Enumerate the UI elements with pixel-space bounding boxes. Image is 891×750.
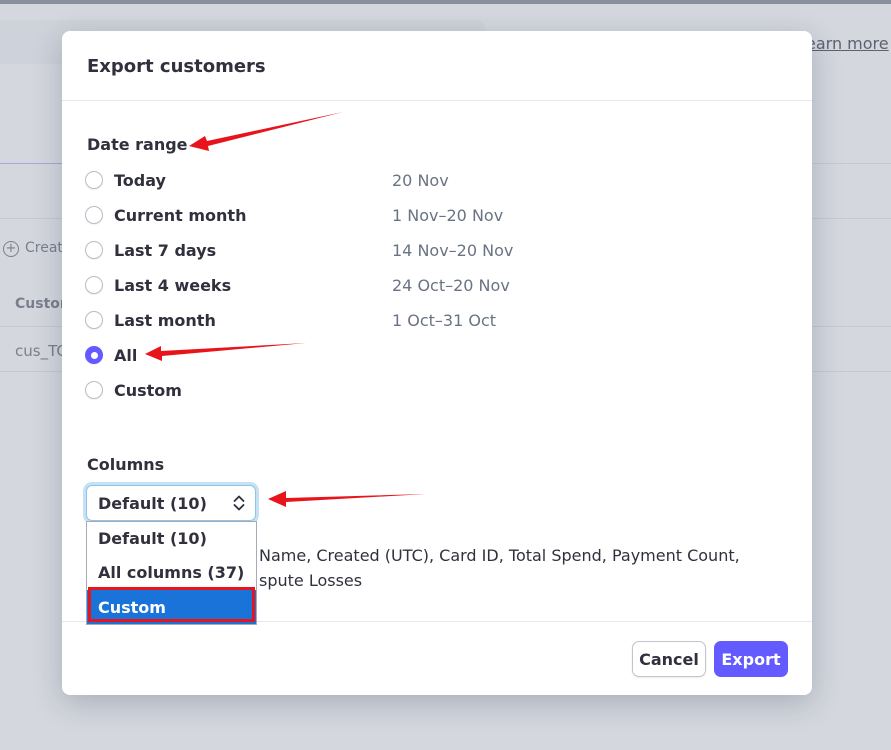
- modal-footer: Cancel Export: [62, 621, 812, 696]
- chevron-up-down-icon: [233, 495, 245, 511]
- export-button[interactable]: Export: [714, 641, 788, 677]
- radio-button[interactable]: [85, 171, 103, 189]
- columns-dropdown-list: Default (10) All columns (37) Custom: [86, 521, 257, 625]
- columns-label: Columns: [87, 455, 165, 474]
- background-tab-indicator: [0, 163, 70, 164]
- radio-option-last-4-weeks[interactable]: Last 4 weeks 24 Oct–20 Nov: [85, 272, 555, 298]
- create-button-label: Creat: [25, 240, 63, 256]
- radio-button[interactable]: [85, 381, 103, 399]
- radio-option-last-month[interactable]: Last month 1 Oct–31 Oct: [85, 307, 555, 333]
- modal-title: Export customers: [87, 56, 266, 77]
- radio-option-last-7-days[interactable]: Last 7 days 14 Nov–20 Nov: [85, 237, 555, 263]
- columns-select[interactable]: Default (10): [86, 485, 256, 521]
- export-customers-modal: Export customers Date range Today 20 Nov…: [62, 31, 812, 695]
- plus-icon: +: [3, 241, 19, 257]
- dropdown-option-all-columns[interactable]: All columns (37): [87, 556, 256, 588]
- radio-date-range: 14 Nov–20 Nov: [392, 240, 514, 260]
- radio-date-range: 20 Nov: [392, 170, 449, 190]
- radio-label: Current month: [114, 205, 247, 225]
- dropdown-option-default[interactable]: Default (10): [87, 522, 256, 554]
- top-bar: [0, 0, 891, 4]
- radio-label: Custom: [114, 380, 182, 400]
- create-button[interactable]: + Creat: [3, 240, 63, 257]
- table-cell-id: cus_TC: [15, 342, 67, 360]
- radio-button[interactable]: [85, 206, 103, 224]
- columns-select-value: Default (10): [98, 493, 207, 513]
- radio-date-range: 24 Oct–20 Nov: [392, 275, 510, 295]
- radio-option-all[interactable]: All: [85, 342, 555, 368]
- dropdown-option-custom[interactable]: Custom: [87, 590, 256, 624]
- modal-header: Export customers: [62, 31, 812, 101]
- radio-option-custom[interactable]: Custom: [85, 377, 555, 403]
- cancel-button[interactable]: Cancel: [632, 641, 706, 677]
- radio-label: Last 7 days: [114, 240, 217, 260]
- radio-button-selected[interactable]: [85, 346, 103, 364]
- radio-button[interactable]: [85, 241, 103, 259]
- learn-more-link[interactable]: earn more: [806, 34, 889, 53]
- radio-button[interactable]: [85, 311, 103, 329]
- date-range-label: Date range: [87, 135, 188, 154]
- radio-button[interactable]: [85, 276, 103, 294]
- radio-label: All: [114, 345, 138, 365]
- radio-date-range: 1 Nov–20 Nov: [392, 205, 504, 225]
- radio-date-range: 1 Oct–31 Oct: [392, 310, 497, 330]
- radio-label: Last 4 weeks: [114, 275, 232, 295]
- radio-option-current-month[interactable]: Current month 1 Nov–20 Nov: [85, 202, 555, 228]
- radio-label: Today: [114, 170, 166, 190]
- radio-option-today[interactable]: Today 20 Nov: [85, 167, 555, 193]
- radio-label: Last month: [114, 310, 216, 330]
